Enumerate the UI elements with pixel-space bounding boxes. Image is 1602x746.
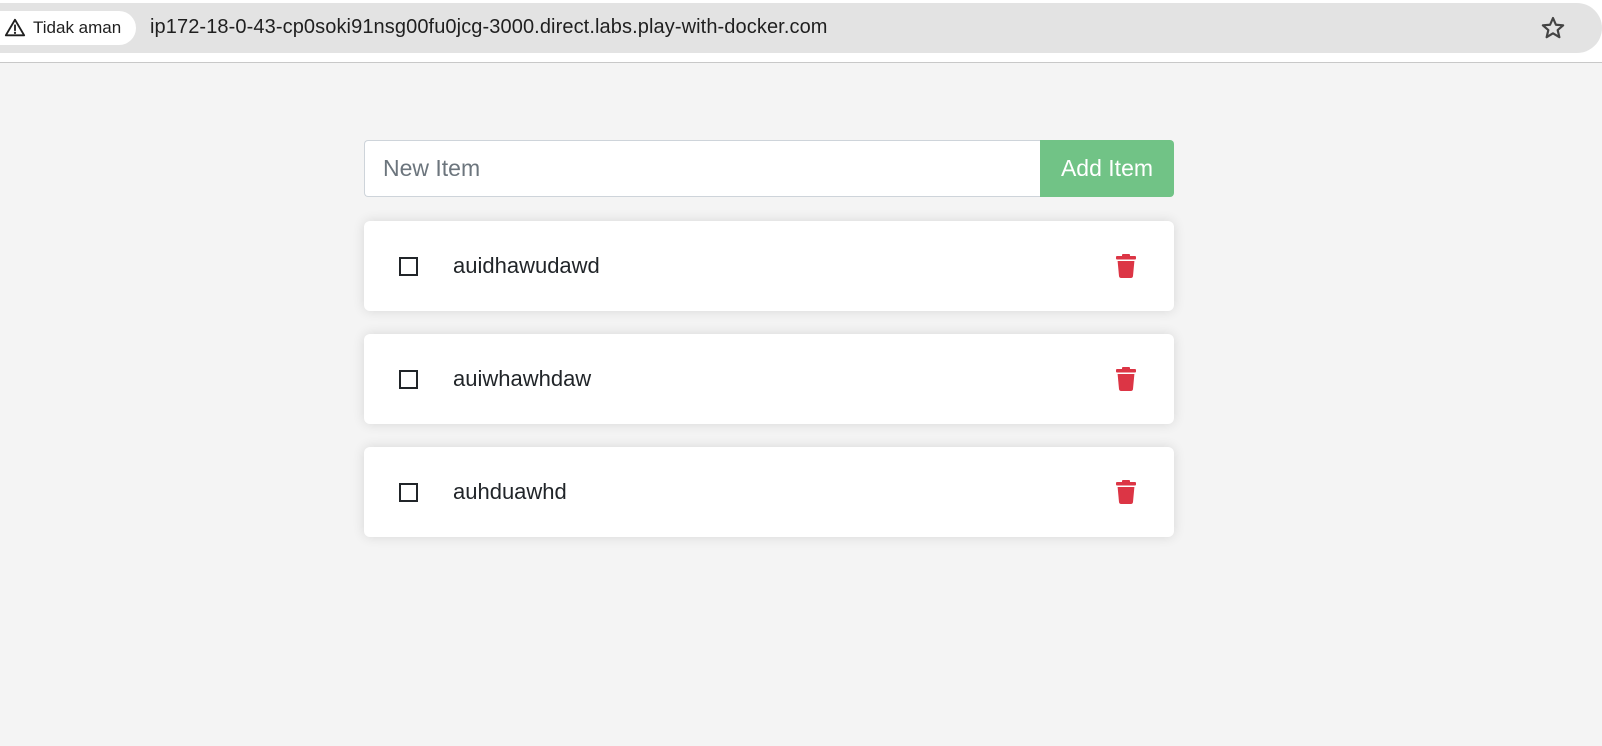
remove-item-button[interactable] <box>1115 480 1137 504</box>
url-text[interactable]: ip172-18-0-43-cp0soki91nsg00fu0jcg-3000.… <box>150 16 828 39</box>
trash-icon <box>1116 480 1136 504</box>
add-item-button[interactable]: Add Item <box>1040 140 1174 197</box>
add-item-form: Add Item <box>364 140 1174 197</box>
list-item: auiwhawhdaw <box>364 334 1174 424</box>
item-list: auidhawudawd auiwhawhdaw auhduawhd <box>364 221 1174 537</box>
warning-triangle-icon <box>4 18 26 37</box>
checkbox-icon[interactable] <box>399 257 418 276</box>
todo-app: Add Item auidhawudawd auiwhawhdaw <box>364 140 1174 560</box>
checkbox-icon[interactable] <box>399 483 418 502</box>
checkbox-icon[interactable] <box>399 370 418 389</box>
remove-item-button[interactable] <box>1115 367 1137 391</box>
browser-toolbar: Tidak aman ip172-18-0-43-cp0soki91nsg00f… <box>0 0 1602 63</box>
new-item-input[interactable] <box>364 140 1040 197</box>
security-chip[interactable]: Tidak aman <box>0 11 136 45</box>
list-item: auidhawudawd <box>364 221 1174 311</box>
trash-icon <box>1116 254 1136 278</box>
list-item: auhduawhd <box>364 447 1174 537</box>
remove-item-button[interactable] <box>1115 254 1137 278</box>
security-label: Tidak aman <box>33 18 122 37</box>
trash-icon <box>1116 367 1136 391</box>
item-name: auidhawudawd <box>453 253 600 278</box>
address-bar[interactable]: Tidak aman ip172-18-0-43-cp0soki91nsg00f… <box>0 3 1602 53</box>
item-name: auhduawhd <box>453 479 567 504</box>
star-icon[interactable] <box>1540 15 1566 41</box>
item-name: auiwhawhdaw <box>453 366 592 391</box>
